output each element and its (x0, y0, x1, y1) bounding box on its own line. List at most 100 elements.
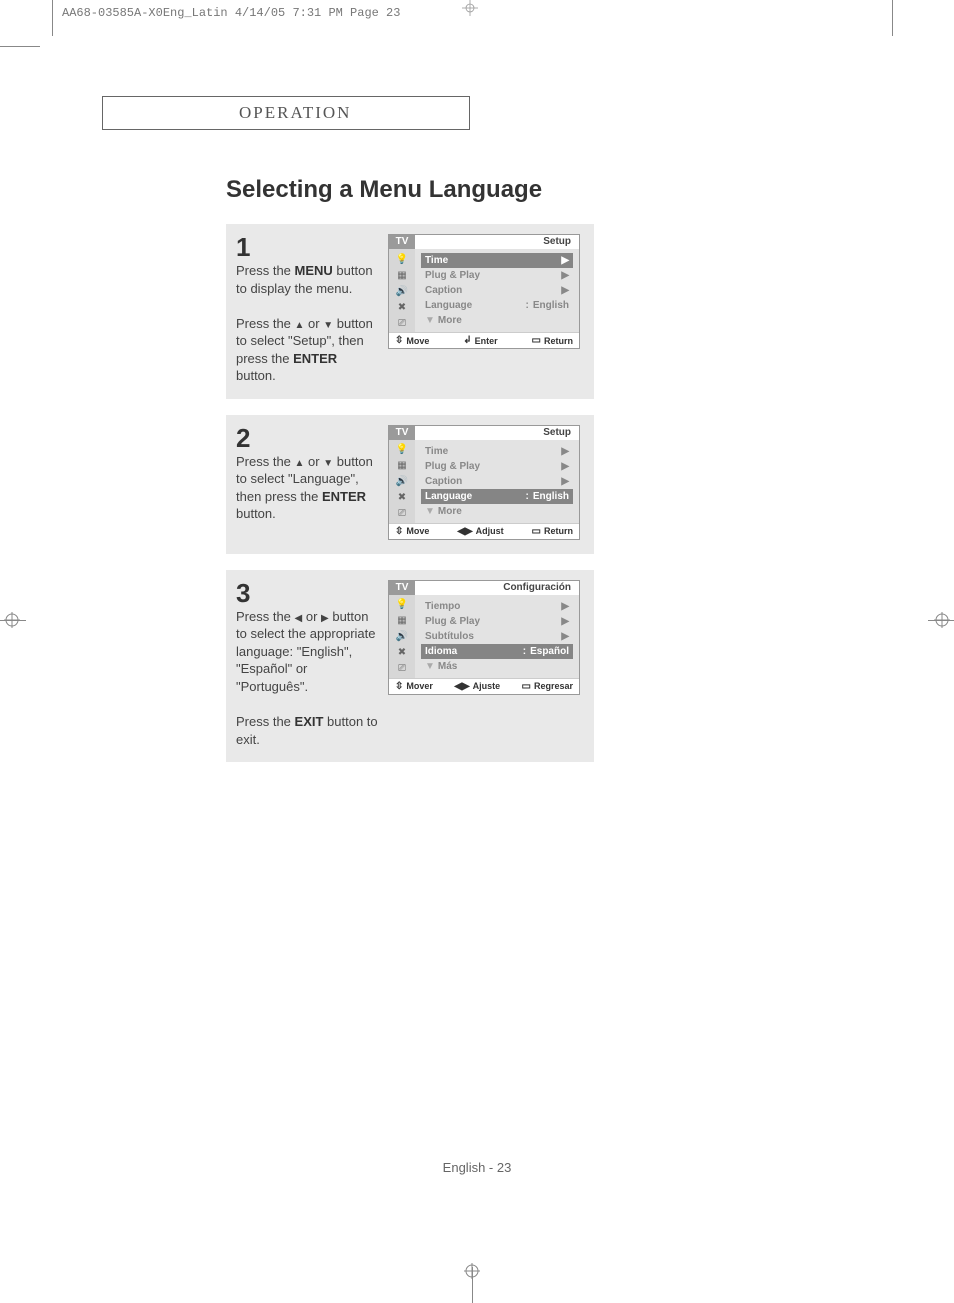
page-footer: English - 23 (0, 1160, 954, 1175)
hint-icon: ⇳ (395, 526, 403, 537)
hint-label: Return (544, 336, 573, 346)
step: 2Press the ▲ or ▼ button to select "Lang… (226, 415, 594, 554)
osd-tv-badge: TV (389, 235, 415, 249)
osd-footer-hint: ▭Regresar (522, 681, 573, 692)
osd-footer-hint: ⇳Move (395, 526, 429, 537)
hint-label: Mover (406, 681, 433, 691)
plug-icon: ✖ (394, 647, 410, 659)
hint-icon: ⇳ (395, 681, 403, 692)
hint-label: Ajuste (473, 681, 501, 691)
bulb-icon: 💡 (394, 444, 410, 456)
hint-label: Return (544, 526, 573, 536)
osd-menu-item: Caption▶ (421, 283, 573, 298)
step-text: 3Press the ◀ or ▶ button to select the a… (236, 580, 378, 748)
osd-menu-item: Subtítulos▶ (421, 629, 573, 644)
prepress-header: AA68-03585A-X0Eng_Latin 4/14/05 7:31 PM … (62, 6, 400, 20)
osd-icon-sidebar: 💡 ▦ 🔊 ✖ ⎚ (389, 249, 415, 332)
osd-footer: ⇳Move ↲ Enter ▭Return (389, 332, 579, 348)
osd-title: Setup (415, 235, 579, 249)
step-body: Press the ◀ or ▶ button to select the ap… (236, 608, 378, 748)
channel-icon: ▦ (394, 269, 410, 281)
channel-icon: ▦ (394, 615, 410, 627)
osd-menu-list: Time▶Plug & Play▶Caption▶Language:Englis… (415, 249, 579, 332)
osd-footer-hint: ↲ Enter (463, 335, 497, 346)
osd-screenshot: TV Configuración 💡 ▦ 🔊 ✖ ⎚ Tiempo▶Plug & Play▶… (388, 580, 580, 695)
crop-mark (52, 0, 53, 36)
osd-tv-badge: TV (389, 426, 415, 440)
osd-menu-list: Tiempo▶Plug & Play▶Subtítulos▶Idioma:Esp… (415, 595, 579, 678)
osd-menu-item: Time▶ (421, 253, 573, 268)
hint-label: Move (406, 526, 429, 536)
section-box: OPERATION (102, 96, 470, 130)
osd-menu-item: Language:English (421, 489, 573, 504)
osd-menu-item: ▼More (421, 313, 573, 328)
plug-icon: ✖ (394, 301, 410, 313)
osd-screenshot: TV Setup 💡 ▦ 🔊 ✖ ⎚ Time▶Plug & Play▶Caption▶La… (388, 425, 580, 540)
sound-icon: 🔊 (394, 631, 410, 643)
hint-icon: ↲ (463, 335, 471, 346)
sliders-icon: ⎚ (394, 317, 410, 329)
osd-footer: ⇳Mover ◀▶ Ajuste ▭Regresar (389, 678, 579, 694)
hint-icon: ◀▶ (457, 526, 472, 537)
osd-footer-hint: ◀▶ Ajuste (454, 681, 500, 692)
osd-footer-hint: ⇳Mover (395, 681, 433, 692)
osd-menu-item: Plug & Play▶ (421, 614, 573, 629)
hint-label: Move (406, 336, 429, 346)
section-title: OPERATION (239, 103, 351, 123)
hint-icon: ⇳ (395, 335, 403, 346)
step-text: 2Press the ▲ or ▼ button to select "Lang… (236, 425, 378, 523)
osd-menu-item: Language:English (421, 298, 573, 313)
steps: 1Press the MENU button to display the me… (226, 224, 594, 778)
osd-menu-item: Plug & Play▶ (421, 459, 573, 474)
osd-tv-badge: TV (389, 581, 415, 595)
osd-menu-list: Time▶Plug & Play▶Caption▶Language:Englis… (415, 440, 579, 523)
step-body: Press the MENU button to display the men… (236, 262, 378, 385)
sound-icon: 🔊 (394, 285, 410, 297)
osd-icon-sidebar: 💡 ▦ 🔊 ✖ ⎚ (389, 595, 415, 678)
osd-menu-item: ▼Más (421, 659, 573, 674)
hint-label: Adjust (476, 526, 504, 536)
bulb-icon: 💡 (394, 599, 410, 611)
hint-label: Enter (475, 336, 498, 346)
osd-menu-item: Plug & Play▶ (421, 268, 573, 283)
osd-footer-hint: ▭Return (532, 335, 573, 346)
hint-icon: ◀▶ (454, 681, 469, 692)
step-body: Press the ▲ or ▼ button to select "Langu… (236, 453, 378, 523)
registration-mark (934, 612, 950, 628)
osd-footer: ⇳Move ◀▶ Adjust ▭Return (389, 523, 579, 539)
hint-icon: ▭ (522, 681, 531, 692)
step: 1Press the MENU button to display the me… (226, 224, 594, 399)
hint-icon: ▭ (532, 335, 541, 346)
step-text: 1Press the MENU button to display the me… (236, 234, 378, 385)
hint-label: Regresar (534, 681, 573, 691)
osd-menu-item: Idioma:Español (421, 644, 573, 659)
plug-icon: ✖ (394, 492, 410, 504)
osd-title: Configuración (415, 581, 579, 595)
osd-menu-item: Time▶ (421, 444, 573, 459)
channel-icon: ▦ (394, 460, 410, 472)
osd-title: Setup (415, 426, 579, 440)
registration-mark (4, 612, 20, 628)
osd-screenshot: TV Setup 💡 ▦ 🔊 ✖ ⎚ Time▶Plug & Play▶Caption▶La… (388, 234, 580, 349)
step-number: 2 (236, 425, 378, 451)
step-number: 1 (236, 234, 378, 260)
registration-mark (462, 0, 478, 16)
crop-mark (892, 0, 893, 36)
osd-menu-item: Caption▶ (421, 474, 573, 489)
osd-footer-hint: ▭Return (532, 526, 573, 537)
sliders-icon: ⎚ (394, 663, 410, 675)
step: 3Press the ◀ or ▶ button to select the a… (226, 570, 594, 762)
bulb-icon: 💡 (394, 253, 410, 265)
sound-icon: 🔊 (394, 476, 410, 488)
hint-icon: ▭ (532, 526, 541, 537)
osd-icon-sidebar: 💡 ▦ 🔊 ✖ ⎚ (389, 440, 415, 523)
registration-mark (464, 1263, 480, 1279)
osd-menu-item: Tiempo▶ (421, 599, 573, 614)
osd-footer-hint: ◀▶ Adjust (457, 526, 503, 537)
osd-footer-hint: ⇳Move (395, 335, 429, 346)
osd-menu-item: ▼More (421, 504, 573, 519)
page-title: Selecting a Menu Language (226, 176, 542, 204)
crop-mark (0, 46, 40, 47)
step-number: 3 (236, 580, 378, 606)
sliders-icon: ⎚ (394, 508, 410, 520)
